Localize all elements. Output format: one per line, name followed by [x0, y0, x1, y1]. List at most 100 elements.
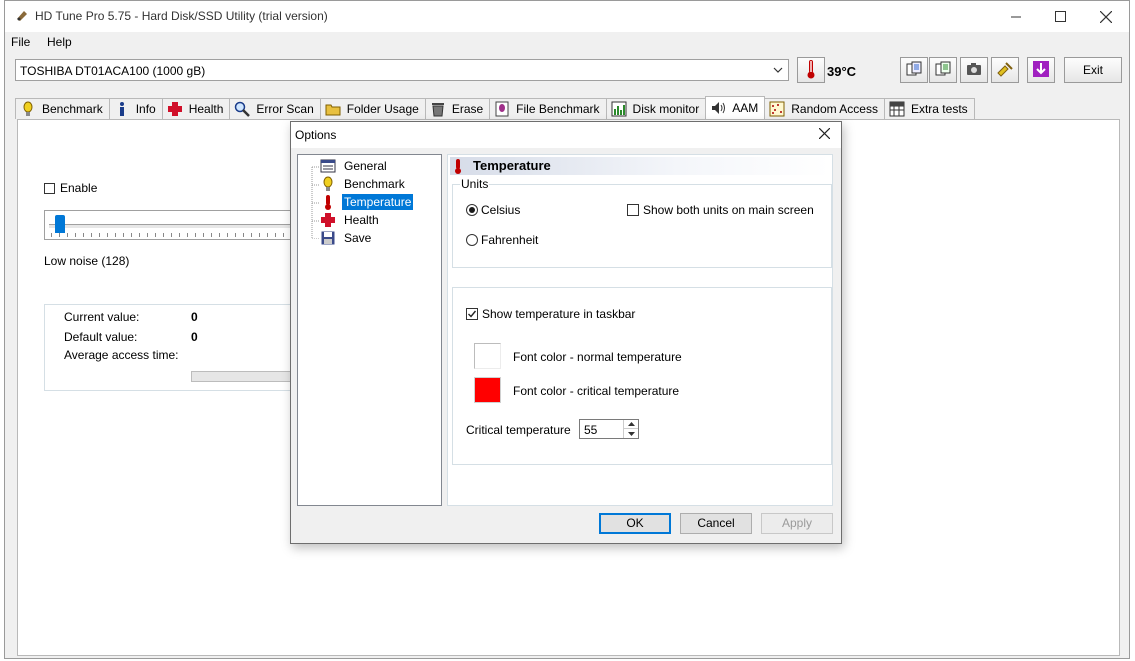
- tab-strip: Benchmark Info Health Error Scan Folder …: [15, 96, 975, 120]
- tab-label: Erase: [451, 102, 484, 116]
- temperature-button[interactable]: [797, 57, 825, 83]
- normal-color-swatch[interactable]: [474, 343, 501, 369]
- exit-button[interactable]: Exit: [1064, 57, 1122, 83]
- access-time-bar: [191, 371, 297, 382]
- copy-text-icon: [906, 61, 922, 80]
- taskbar-option[interactable]: Show temperature in taskbar: [466, 307, 635, 321]
- cancel-button[interactable]: Cancel: [680, 513, 752, 534]
- thermometer-icon: [320, 194, 336, 210]
- tree-label: Benchmark: [344, 177, 405, 191]
- taskbar-checkbox[interactable]: [466, 308, 478, 320]
- tree-label: Health: [344, 213, 379, 227]
- critical-temp-spinner[interactable]: 55: [579, 419, 639, 439]
- screenshot-button[interactable]: [960, 57, 988, 83]
- tab-label: Disk monitor: [632, 102, 700, 116]
- slider-thumb[interactable]: [55, 215, 65, 233]
- tab-label: Extra tests: [910, 102, 968, 116]
- noise-slider[interactable]: [44, 210, 296, 240]
- tree-label: Temperature: [342, 194, 414, 210]
- temperature-page: Temperature Units Celsius Fahrenheit Sho…: [447, 154, 833, 506]
- apply-button[interactable]: Apply: [761, 513, 833, 534]
- tree-item-temperature[interactable]: Temperature: [320, 193, 414, 211]
- save-icon: [1032, 60, 1050, 81]
- enable-checkbox[interactable]: [44, 182, 55, 194]
- extra-tests-icon: [889, 101, 905, 117]
- chevron-down-icon: [773, 63, 783, 80]
- celsius-option[interactable]: Celsius: [466, 203, 520, 217]
- thermometer-icon: [454, 158, 462, 177]
- units-group: Units Celsius Fahrenheit Show both units…: [452, 177, 832, 268]
- file-benchmark-icon: [494, 101, 510, 117]
- speaker-icon: [710, 100, 726, 116]
- both-units-checkbox[interactable]: [627, 204, 639, 216]
- save-icon: [320, 230, 336, 246]
- both-units-option[interactable]: Show both units on main screen: [627, 203, 814, 217]
- general-icon: [320, 158, 336, 174]
- tab-extra-tests[interactable]: Extra tests: [883, 98, 975, 119]
- tab-random-access[interactable]: Random Access: [764, 98, 885, 119]
- tab-file-benchmark[interactable]: File Benchmark: [489, 98, 607, 119]
- temperature-readout: 39°C: [827, 64, 857, 79]
- critical-color-swatch[interactable]: [474, 377, 501, 403]
- app-title: HD Tune Pro 5.75 - Hard Disk/SSD Utility…: [35, 9, 328, 23]
- spin-down-icon[interactable]: [623, 429, 638, 438]
- tab-label: Health: [188, 102, 224, 116]
- enable-option[interactable]: Enable: [44, 181, 97, 195]
- tree-item-health[interactable]: Health: [320, 211, 381, 229]
- menu-help[interactable]: Help: [47, 35, 72, 49]
- default-value-label: Default value:: [64, 330, 138, 344]
- slider-ticks: [51, 233, 293, 237]
- both-units-label: Show both units on main screen: [643, 203, 814, 217]
- menu-bar: File Help: [5, 32, 1129, 52]
- tab-aam[interactable]: AAM: [705, 96, 766, 119]
- dialog-title-bar: Options: [291, 122, 841, 148]
- tab-info[interactable]: Info: [108, 98, 163, 119]
- tree-item-benchmark[interactable]: Benchmark: [320, 175, 407, 193]
- tab-label: Folder Usage: [346, 102, 419, 116]
- critical-temp-value[interactable]: 55: [584, 423, 597, 437]
- benchmark-icon: [320, 176, 336, 192]
- info-icon: [114, 101, 130, 117]
- copy-info-button[interactable]: [929, 57, 957, 83]
- save-button[interactable]: [1027, 57, 1055, 83]
- options-button[interactable]: [991, 57, 1019, 83]
- close-icon[interactable]: [818, 127, 831, 142]
- page-header: Temperature: [450, 157, 830, 175]
- units-group-label: Units: [460, 177, 490, 191]
- aam-values-box: Current value: 0 Default value: 0 Averag…: [44, 304, 297, 391]
- page-title: Temperature: [473, 158, 551, 173]
- tab-folder-usage[interactable]: Folder Usage: [319, 98, 426, 119]
- app-icon: [15, 9, 29, 26]
- normal-color-label: Font color - normal temperature: [513, 350, 682, 364]
- tab-label: Benchmark: [42, 102, 103, 116]
- tab-label: Error Scan: [256, 102, 314, 116]
- tree-label: General: [344, 159, 387, 173]
- close-icon[interactable]: [1083, 1, 1129, 32]
- current-value: 0: [191, 310, 198, 324]
- disk-monitor-icon: [611, 101, 627, 117]
- benchmark-icon: [20, 101, 36, 117]
- drive-select[interactable]: TOSHIBA DT01ACA100 (1000 gB): [15, 59, 789, 81]
- copy-text-button[interactable]: [900, 57, 928, 83]
- tree-item-general[interactable]: General: [320, 157, 389, 175]
- screenshot-icon: [966, 62, 982, 79]
- tab-disk-monitor[interactable]: Disk monitor: [605, 98, 707, 119]
- tab-health[interactable]: Health: [161, 98, 231, 119]
- taskbar-label: Show temperature in taskbar: [482, 307, 636, 321]
- dialog-title: Options: [295, 128, 337, 142]
- maximize-icon[interactable]: [1037, 1, 1083, 32]
- tree-item-save[interactable]: Save: [320, 229, 373, 247]
- average-access-label: Average access time:: [64, 348, 179, 362]
- tab-error-scan[interactable]: Error Scan: [229, 98, 321, 119]
- celsius-radio[interactable]: [466, 204, 478, 216]
- slider-level-label: Low noise (128): [44, 254, 130, 268]
- fahrenheit-radio[interactable]: [466, 234, 478, 246]
- minimize-icon[interactable]: [993, 1, 1039, 32]
- tab-erase[interactable]: Erase: [424, 98, 491, 119]
- spin-up-icon[interactable]: [623, 420, 638, 429]
- menu-file[interactable]: File: [11, 35, 30, 49]
- tab-benchmark[interactable]: Benchmark: [15, 98, 110, 119]
- ok-button[interactable]: OK: [599, 513, 671, 534]
- enable-label: Enable: [60, 181, 98, 195]
- fahrenheit-option[interactable]: Fahrenheit: [466, 233, 538, 247]
